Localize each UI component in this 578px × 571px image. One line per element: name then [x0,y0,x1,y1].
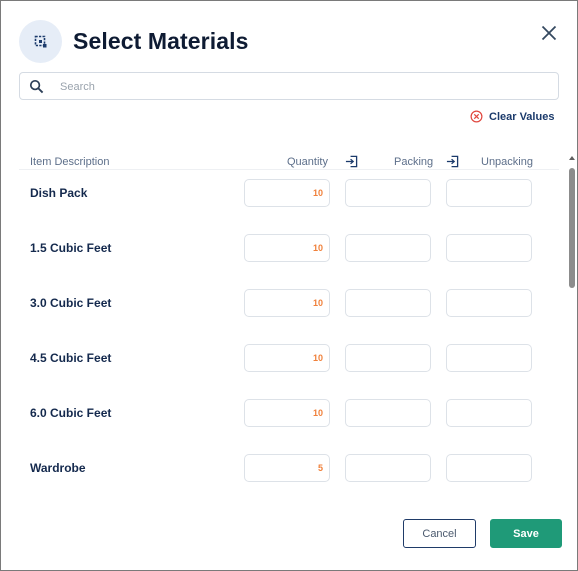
search-input[interactable] [58,76,552,98]
quantity-input[interactable]: 10 [244,344,330,372]
packing-input[interactable] [345,234,431,262]
search-icon [29,79,44,94]
page-title: Select Materials [73,28,249,54]
floor-plan-icon [34,35,46,47]
unpacking-input[interactable] [446,344,532,372]
unpacking-input[interactable] [446,289,532,317]
quantity-input[interactable]: 10 [244,399,330,427]
row-label-3-0-cubic-feet: 3.0 Cubic Feet [30,296,112,310]
packing-input[interactable] [345,454,431,482]
header-divider [19,169,559,170]
cancel-button[interactable]: Cancel [403,519,476,548]
column-header-item-description: Item Description [30,156,110,168]
packing-input[interactable] [345,289,431,317]
circle-x-icon [470,110,483,123]
quantity-input[interactable]: 10 [244,289,330,317]
quantity-input[interactable]: 5 [244,454,330,482]
clear-values-button[interactable]: Clear Values [470,110,554,123]
quantity-input[interactable]: 10 [244,234,330,262]
scroll-up-arrow-icon[interactable] [569,156,575,160]
header-badge [19,20,62,63]
unpacking-input[interactable] [446,179,532,207]
unpacking-input[interactable] [446,399,532,427]
column-header-packing: Packing [394,156,434,168]
row-label-dish-pack: Dish Pack [30,186,88,200]
row-label-6-0-cubic-feet: 6.0 Cubic Feet [30,406,112,420]
copy-quantity-to-packing-icon[interactable] [345,155,358,168]
column-header-unpacking: Unpacking [481,156,533,168]
column-header-quantity: Quantity [287,156,328,168]
vertical-scrollbar[interactable] [568,156,577,501]
search-box [19,72,559,100]
packing-input[interactable] [345,344,431,372]
select-materials-dialog: Select Materials Clear Values Item Descr… [0,0,578,571]
quantity-input[interactable]: 10 [244,179,330,207]
packing-input[interactable] [345,179,431,207]
unpacking-input[interactable] [446,454,532,482]
row-label-wardrobe: Wardrobe [30,461,86,475]
unpacking-input[interactable] [446,234,532,262]
row-label-4-5-cubic-feet: 4.5 Cubic Feet [30,351,112,365]
packing-input[interactable] [345,399,431,427]
scroll-thumb[interactable] [569,168,575,288]
close-icon [541,25,557,41]
close-button[interactable] [537,21,561,45]
save-button[interactable]: Save [490,519,562,548]
clear-values-label: Clear Values [489,110,555,123]
copy-packing-to-unpacking-icon[interactable] [446,155,459,168]
row-label-1-5-cubic-feet: 1.5 Cubic Feet [30,241,112,255]
